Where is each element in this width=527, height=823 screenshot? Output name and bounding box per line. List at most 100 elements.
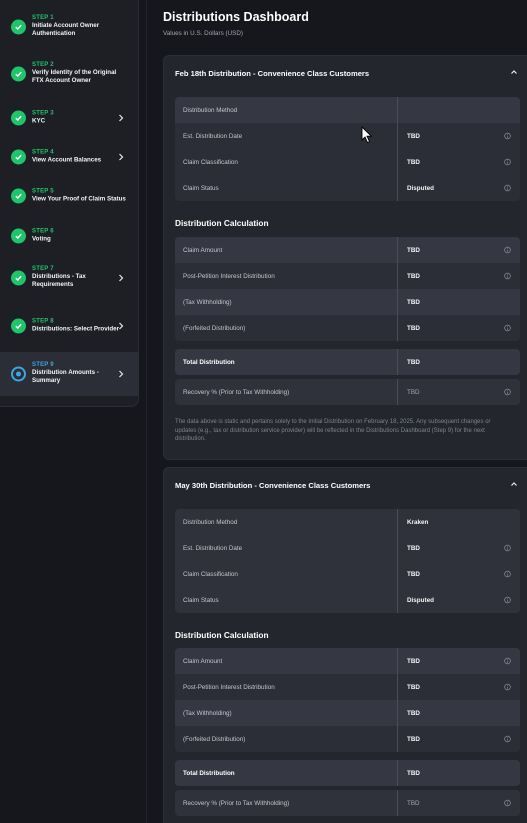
info-icon[interactable]: [504, 683, 511, 691]
step-title: Voting: [32, 235, 51, 243]
row-label: Claim Classification: [183, 570, 238, 578]
row-value: TBD: [407, 132, 420, 140]
row-label: Distribution Method: [183, 518, 238, 526]
info-icon[interactable]: [504, 324, 511, 332]
chevron-right-icon: [119, 274, 124, 282]
row-value: [397, 97, 520, 123]
row-value: TBD: [407, 709, 420, 717]
collapse-caret-icon[interactable]: [510, 68, 518, 76]
step-number: STEP 1: [32, 15, 54, 22]
table-row: Claim Amount TBD: [175, 237, 520, 263]
table-row: Recovery % (Prior to Tax Withholding) TB…: [175, 790, 520, 816]
section-title: Distribution Calculation: [175, 630, 269, 640]
step-title: KYC: [32, 117, 46, 125]
row-label: (Tax Withholding): [183, 298, 232, 306]
page-subtitle: Values in U.S. Dollars (USD): [163, 30, 244, 37]
info-icon[interactable]: [504, 570, 511, 578]
info-icon[interactable]: [504, 388, 511, 396]
info-icon[interactable]: [504, 158, 511, 166]
row-label: Recovery % (Prior to Tax Withholding): [183, 388, 290, 396]
total-row: Total Distribution TBD: [175, 760, 520, 786]
content-divider: [146, 0, 147, 823]
row-value: TBD: [407, 735, 420, 743]
step-title: View Your Proof of Claim Status: [32, 195, 126, 203]
row-value: Kraken: [397, 509, 520, 535]
disclaimer-note: The data above is static and pertains so…: [175, 419, 491, 443]
table-row: Post-Petition Interest Distribution TBD: [175, 674, 520, 700]
calculation-table: Claim Amount TBD Post-Petition Interest …: [175, 648, 520, 752]
step-1[interactable]: STEP 1 Initiate Account Owner Authenticat…: [0, 5, 139, 49]
recovery-row: Recovery % (Prior to Tax Withholding) TB…: [175, 790, 520, 816]
step-number: STEP 2: [32, 62, 54, 69]
step-3[interactable]: STEP 3 KYC: [0, 96, 139, 140]
table-row: Est. Distribution Date TBD: [175, 123, 520, 149]
row-label: Total Distribution: [183, 358, 235, 366]
row-value: TBD: [407, 358, 420, 366]
collapse-caret-icon[interactable]: [510, 480, 518, 488]
mouse-cursor-icon: [361, 126, 373, 144]
section-title: Distribution Calculation: [175, 218, 269, 228]
row-label: Claim Amount: [183, 246, 223, 254]
card-title[interactable]: Feb 18th Distribution - Convenience Clas…: [175, 69, 369, 78]
table-row: Distribution Method: [175, 97, 520, 123]
step-7[interactable]: STEP 7 Distributions - Tax Requirements: [0, 256, 139, 300]
check-icon: [11, 188, 26, 204]
table-row: Distribution Method Kraken: [175, 509, 520, 535]
step-title: Verify Identity of the Original FTX Acco…: [32, 69, 117, 85]
check-icon: [11, 110, 26, 126]
step-4[interactable]: STEP 4 View Account Balances: [0, 135, 139, 179]
info-icon[interactable]: [504, 272, 511, 280]
table-row: Est. Distribution Date TBD: [175, 535, 520, 561]
step-number: STEP 9: [32, 362, 54, 369]
step-9[interactable]: STEP 9 Distribution Amounts - Summary: [0, 352, 139, 396]
row-value: TBD: [407, 246, 420, 254]
row-value: Disputed: [407, 184, 434, 192]
page-title: Distributions Dashboard: [163, 10, 309, 24]
row-value: TBD: [407, 272, 420, 280]
table-row: (Tax Withholding) TBD: [175, 700, 520, 726]
distribution-card-feb: Feb 18th Distribution - Convenience Clas…: [163, 55, 527, 460]
table-row: Recovery % (Prior to Tax Withholding) TB…: [175, 379, 520, 405]
table-row: Claim Classification TBD: [175, 561, 520, 587]
check-icon: [11, 318, 26, 334]
check-icon: [11, 149, 26, 165]
info-icon[interactable]: [504, 246, 511, 254]
info-icon[interactable]: [504, 799, 511, 807]
table-row: Total Distribution TBD: [175, 349, 520, 375]
details-table: Distribution Method Est. Distribution Da…: [175, 97, 520, 201]
step-2[interactable]: STEP 2 Verify Identity of the Original FT…: [0, 52, 139, 96]
row-value: TBD: [407, 158, 420, 166]
row-value: TBD: [407, 769, 420, 777]
card-title[interactable]: May 30th Distribution - Convenience Clas…: [175, 481, 370, 490]
chevron-right-icon: [119, 322, 124, 330]
table-row: (Forfeited Distribution) TBD: [175, 726, 520, 752]
info-icon[interactable]: [504, 596, 511, 604]
info-icon[interactable]: [504, 184, 511, 192]
row-label: Claim Amount: [183, 657, 223, 665]
step-title: View Account Balances: [32, 156, 102, 164]
info-icon[interactable]: [504, 132, 511, 140]
row-label: Distribution Method: [183, 106, 238, 114]
info-icon[interactable]: [504, 544, 511, 552]
step-6[interactable]: STEP 6 Voting: [0, 214, 139, 258]
step-title: Initiate Account Owner Authentication: [32, 22, 100, 38]
recovery-row: Recovery % (Prior to Tax Withholding) TB…: [175, 379, 520, 405]
row-label: (Forfeited Distribution): [183, 324, 246, 332]
row-value: TBD: [407, 657, 420, 665]
step-8[interactable]: STEP 8 Distributions: Select Provider: [0, 304, 139, 348]
step-number: STEP 6: [32, 228, 54, 235]
calculation-table: Claim Amount TBD Post-Petition Interest …: [175, 237, 520, 341]
row-label: (Tax Withholding): [183, 709, 232, 717]
row-value: TBD: [407, 388, 420, 396]
chevron-right-icon: [119, 153, 124, 161]
info-icon[interactable]: [504, 735, 511, 743]
step-5[interactable]: STEP 5 View Your Proof of Claim Status: [0, 174, 139, 218]
table-row: Claim Status Disputed: [175, 587, 520, 613]
info-icon[interactable]: [504, 657, 511, 665]
step-title: Distributions: Select Provider: [32, 325, 119, 333]
step-number: STEP 8: [32, 318, 54, 325]
step-number: STEP 3: [32, 110, 54, 117]
distribution-card-may: May 30th Distribution - Convenience Clas…: [163, 467, 527, 823]
row-value: Disputed: [407, 596, 434, 604]
row-label: Post-Petition Interest Distribution: [183, 683, 275, 691]
